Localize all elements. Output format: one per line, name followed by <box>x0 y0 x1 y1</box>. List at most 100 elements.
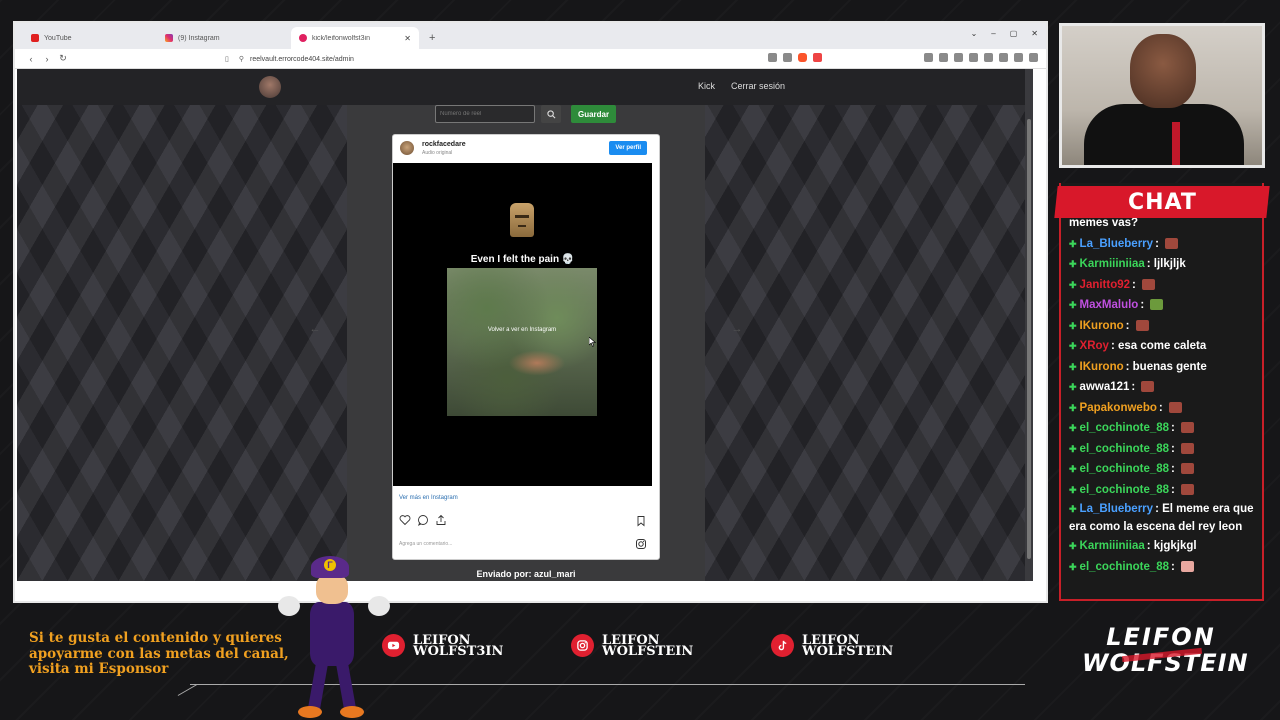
chat-message: ✚ XRoy: esa come caleta <box>1069 336 1259 357</box>
chat-message: ✚ IKurono: <box>1069 316 1259 337</box>
badge-icon: ✚ <box>1069 484 1077 495</box>
instagram-icon[interactable] <box>635 537 647 555</box>
url-text: reelvault.errorcode404.site/admin <box>250 55 354 63</box>
chat-username[interactable]: el_cochinote_88 <box>1080 463 1169 475</box>
youtube-social: LEIFON WOLFST3IN <box>382 632 504 659</box>
video-frame[interactable]: Volver a ver en Instagram <box>447 268 597 416</box>
translate-icon[interactable] <box>768 53 777 62</box>
chat-username[interactable]: el_cochinote_88 <box>1080 561 1169 573</box>
chat-username[interactable]: el_cochinote_88 <box>1080 443 1169 455</box>
site-info-icon[interactable]: ⚲ <box>239 55 244 63</box>
sidebar-icon[interactable] <box>984 53 993 62</box>
brave-rewards-icon[interactable] <box>813 53 822 62</box>
chat-text: ljlkjljk <box>1153 258 1186 270</box>
nav-kick-link[interactable]: Kick <box>698 81 715 91</box>
chat-message: ✚ La_Blueberry: <box>1069 234 1259 255</box>
wallet-icon[interactable] <box>999 53 1008 62</box>
chat-username[interactable]: el_cochinote_88 <box>1080 484 1169 496</box>
chat-message: ✚ MaxMalulo: <box>1069 295 1259 316</box>
chat-message: ✚ Karmiiiniiaa: ljlkjljk <box>1069 254 1259 275</box>
page-viewport: Kick Cerrar sesión ← → Guardar rockfaced… <box>17 69 1033 581</box>
scrollbar-thumb[interactable] <box>1027 119 1031 559</box>
logout-link[interactable]: Cerrar sesión <box>731 81 785 91</box>
screenshot-icon[interactable] <box>954 53 963 62</box>
chat-separator: : <box>1125 319 1133 332</box>
tab-instagram[interactable]: (9) Instagram <box>157 27 289 49</box>
chat-username[interactable]: La_Blueberry <box>1080 238 1154 250</box>
media-icon[interactable] <box>969 53 978 62</box>
heart-icon[interactable] <box>399 514 411 526</box>
chat-username[interactable]: Janitto92 <box>1080 279 1131 291</box>
chevron-down-icon[interactable]: ⌄ <box>971 29 978 38</box>
share-icon[interactable] <box>783 53 792 62</box>
tiktok-handle: LEIFON WOLFSTEIN <box>802 632 894 659</box>
bookmark-icon[interactable] <box>635 514 647 532</box>
mouse-cursor-icon <box>589 337 597 347</box>
arrow-right-icon[interactable]: → <box>727 319 747 339</box>
chat-username[interactable]: MaxMalulo <box>1080 299 1139 311</box>
reel-number-input[interactable] <box>435 105 535 123</box>
avatar[interactable] <box>259 76 281 98</box>
window-controls: ⌄ – ▢ ✕ <box>971 29 1038 38</box>
chat-message: ✚ IKurono: buenas gente <box>1069 357 1259 378</box>
chat-username[interactable]: awwa121 <box>1080 381 1130 393</box>
chat-separator: : <box>1140 299 1148 311</box>
badge-icon: ✚ <box>1069 382 1077 392</box>
reload-icon[interactable]: ↻ <box>55 53 71 64</box>
close-window-icon[interactable]: ✕ <box>1031 29 1038 38</box>
comment-field[interactable]: Agrega un comentario... <box>399 541 452 547</box>
chat-separator: : <box>1158 401 1166 414</box>
embed-username[interactable]: rockfacedare <box>422 141 466 148</box>
chat-username[interactable]: XRoy <box>1080 340 1109 352</box>
chat-username[interactable]: Karmiiiniiaa <box>1080 258 1145 270</box>
extensions-icon[interactable] <box>939 53 948 62</box>
tab-label: kick/leifonwolfst3in <box>312 34 370 42</box>
tab-label: YouTube <box>44 34 72 42</box>
embed-audio[interactable]: Audio original <box>422 150 452 156</box>
pin-icon[interactable] <box>924 53 933 62</box>
vpn-icon[interactable] <box>1014 53 1023 62</box>
youtube-handle: LEIFON WOLFST3IN <box>413 632 504 659</box>
rewatch-link[interactable]: Volver a ver en Instagram <box>447 327 597 333</box>
tab-youtube[interactable]: YouTube <box>23 27 155 49</box>
back-icon[interactable]: ‹ <box>23 54 39 64</box>
scrollbar[interactable] <box>1025 69 1033 581</box>
view-more-link[interactable]: Ver más en Instagram <box>399 495 458 501</box>
chat-username[interactable]: Papakonwebo <box>1080 402 1157 414</box>
chat-separator: : <box>1146 540 1154 552</box>
tab-label: (9) Instagram <box>178 34 220 42</box>
embed-header: rockfacedare Audio original Ver perfil <box>393 135 659 161</box>
chat-username[interactable]: el_cochinote_88 <box>1080 422 1169 434</box>
brave-shield-icon[interactable] <box>798 53 807 62</box>
new-tab-button[interactable]: + <box>421 27 443 49</box>
chat-username[interactable]: Karmiiiniiaa <box>1080 540 1145 552</box>
minimize-icon[interactable]: – <box>991 29 995 38</box>
avatar[interactable] <box>400 141 414 155</box>
comment-icon[interactable] <box>417 514 429 526</box>
browser-toolbar: ‹ › ↻ ▯ ⚲ reelvault.errorcode404.site/ad… <box>15 49 1046 69</box>
chat-text: buenas gente <box>1132 360 1207 373</box>
chat-username[interactable]: La_Blueberry <box>1080 503 1154 515</box>
view-profile-button[interactable]: Ver perfil <box>609 141 647 155</box>
forward-icon[interactable]: › <box>39 54 55 64</box>
reel-video[interactable]: Even I felt the pain 💀 Volver a ver en I… <box>393 163 652 486</box>
save-button[interactable]: Guardar <box>571 105 617 123</box>
sprite-hand <box>278 596 300 616</box>
search-button[interactable] <box>541 105 561 123</box>
badge-icon: ✚ <box>1069 402 1077 413</box>
menu-icon[interactable] <box>1029 53 1038 62</box>
sprite-shoe <box>298 706 322 718</box>
close-icon[interactable]: ✕ <box>404 34 411 43</box>
share-icon[interactable] <box>435 514 447 526</box>
chat-username[interactable]: IKurono <box>1080 320 1124 332</box>
tiktok-icon <box>771 634 794 657</box>
bookmark-icon[interactable]: ▯ <box>225 55 229 63</box>
chat-username[interactable]: IKurono <box>1080 361 1124 373</box>
address-bar[interactable]: ▯ ⚲ reelvault.errorcode404.site/admin <box>225 52 825 66</box>
badge-icon: ✚ <box>1069 279 1077 290</box>
tab-kick[interactable]: kick/leifonwolfst3in ✕ <box>291 27 419 49</box>
arrow-left-icon[interactable]: ← <box>305 319 325 339</box>
maximize-icon[interactable]: ▢ <box>1010 29 1018 38</box>
chat-text: esa come caleta <box>1117 340 1207 352</box>
chat-message: ✚ Karmiiiniiaa: kjgkjkgl <box>1069 536 1259 557</box>
